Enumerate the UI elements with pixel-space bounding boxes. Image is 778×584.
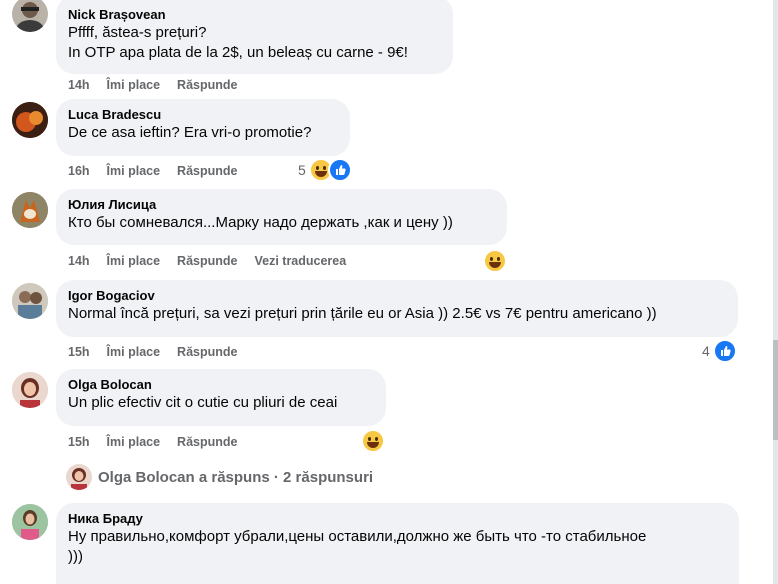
- like-button[interactable]: Îmi place: [107, 254, 161, 268]
- avatar[interactable]: [12, 504, 48, 540]
- reactions-summary[interactable]: [483, 249, 507, 273]
- like-button[interactable]: Îmi place: [107, 78, 161, 92]
- comment-bubble: Igor Bogaciov Normal încă prețuri, sa ve…: [56, 280, 738, 337]
- avatar[interactable]: [12, 102, 48, 138]
- comment-actions: 15h Îmi place Răspunde: [68, 435, 254, 449]
- reply-avatar: [66, 464, 92, 490]
- comment-author[interactable]: Ника Браду: [68, 510, 727, 527]
- comment-actions: 15h Îmi place Răspunde: [68, 345, 254, 359]
- comment-bubble: Ника Браду Ну правильно,комфорт убрали,ц…: [56, 503, 739, 584]
- timestamp[interactable]: 14h: [68, 78, 90, 92]
- comment-author[interactable]: Nick Brașovean: [68, 6, 441, 23]
- like-button[interactable]: Îmi place: [107, 164, 161, 178]
- haha-reaction-icon: [361, 429, 385, 453]
- reactions-summary[interactable]: 4: [702, 339, 737, 363]
- comment-author[interactable]: Юлия Лисица: [68, 196, 495, 213]
- reactions-summary[interactable]: 5: [298, 158, 352, 182]
- reply-button[interactable]: Răspunde: [177, 254, 237, 268]
- reply-button[interactable]: Răspunde: [177, 78, 237, 92]
- reaction-count: 4: [702, 343, 710, 359]
- comment-actions: 14h Îmi place Răspunde: [68, 78, 254, 92]
- avatar[interactable]: [12, 0, 48, 32]
- replies-summary-text: Olga Bolocan a răspuns · 2 răspunsuri: [98, 468, 374, 486]
- comment-actions: 16h Îmi place Răspunde: [68, 164, 254, 178]
- scrollbar[interactable]: [773, 0, 778, 584]
- comment-bubble: Юлия Лисица Кто бы сомневался...Марку на…: [56, 189, 507, 245]
- like-reaction-icon: [712, 339, 737, 363]
- avatar[interactable]: [12, 372, 48, 408]
- like-button[interactable]: Îmi place: [107, 345, 161, 359]
- like-reaction-icon: [327, 158, 352, 182]
- comment-bubble: Nick Brașovean Pffff, ăstea-s prețuri? I…: [56, 0, 453, 74]
- timestamp[interactable]: 14h: [68, 254, 90, 268]
- timestamp[interactable]: 15h: [68, 435, 90, 449]
- translate-button[interactable]: Vezi traducerea: [254, 254, 346, 268]
- reply-button[interactable]: Răspunde: [177, 435, 237, 449]
- comment-text: De ce asa ieftin? Era vri-o promotie?: [68, 124, 312, 141]
- scrollbar-thumb[interactable]: [773, 340, 778, 440]
- timestamp[interactable]: 15h: [68, 345, 90, 359]
- comment-text: Un plic efectiv cit o cutie cu pliuri de…: [68, 394, 338, 411]
- comment-text: Кто бы сомневался...Марку надо держать ,…: [68, 214, 453, 231]
- comment-author[interactable]: Igor Bogaciov: [68, 287, 726, 304]
- comment-actions: 14h Îmi place Răspunde Vezi traducerea: [68, 254, 363, 268]
- comment-text: Normal încă prețuri, sa vezi prețuri pri…: [68, 305, 657, 322]
- comment-text: Ну правильно,комфорт убрали,цены оставил…: [68, 528, 647, 565]
- reactions-summary[interactable]: [361, 429, 385, 453]
- avatar[interactable]: [12, 192, 48, 228]
- comment-bubble: Olga Bolocan Un plic efectiv cit o cutie…: [56, 369, 386, 426]
- reply-button[interactable]: Răspunde: [177, 345, 237, 359]
- like-button[interactable]: Îmi place: [107, 435, 161, 449]
- reply-button[interactable]: Răspunde: [177, 164, 237, 178]
- haha-reaction-icon: [483, 249, 507, 273]
- comment-bubble: Luca Bradescu De ce asa ieftin? Era vri-…: [56, 99, 350, 156]
- comment-author[interactable]: Luca Bradescu: [68, 106, 338, 123]
- comment-text: Pffff, ăstea-s prețuri? In OTP apa plata…: [68, 24, 408, 61]
- avatar[interactable]: [12, 283, 48, 319]
- reaction-count: 5: [298, 162, 306, 178]
- timestamp[interactable]: 16h: [68, 164, 90, 178]
- view-replies-link[interactable]: Olga Bolocan a răspuns · 2 răspunsuri: [66, 464, 373, 490]
- comment-author[interactable]: Olga Bolocan: [68, 376, 374, 393]
